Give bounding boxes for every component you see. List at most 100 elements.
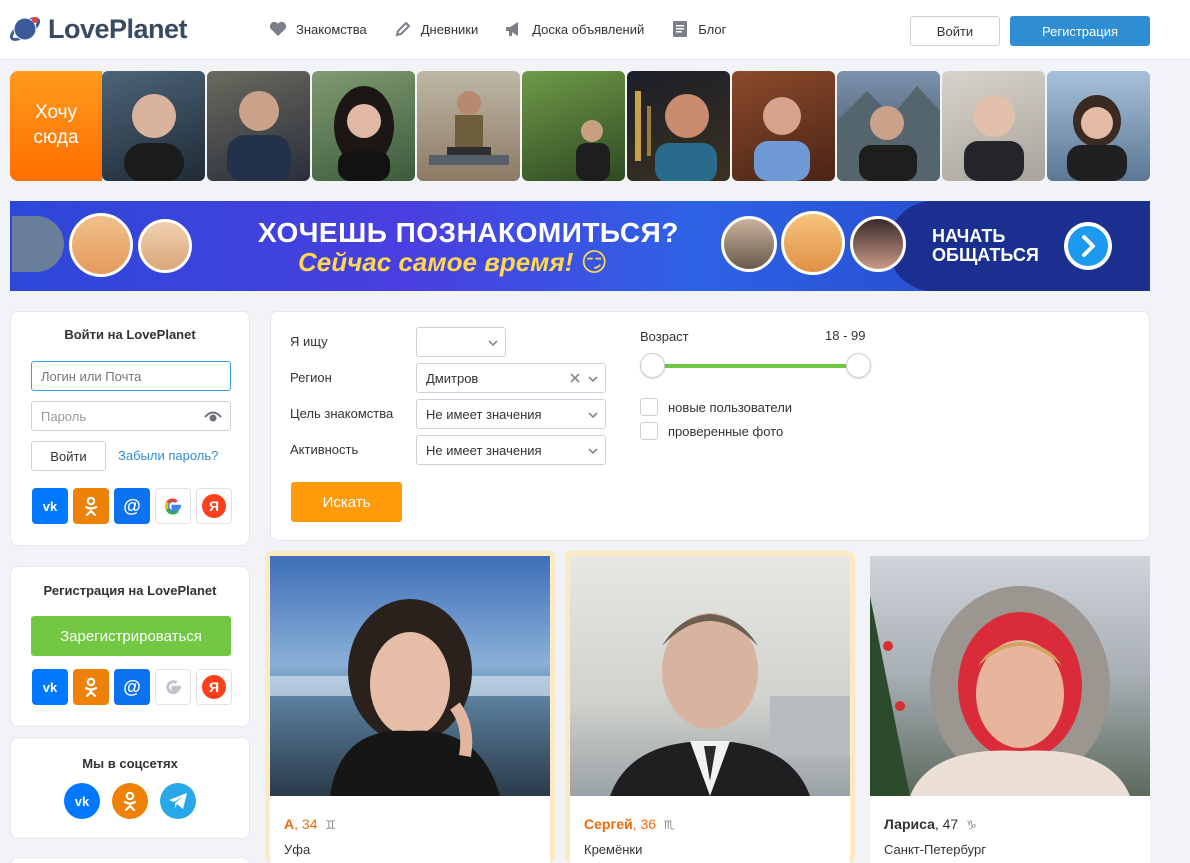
banner-title: ХОЧЕШЬ ПОЗНАКОМИТЬСЯ? bbox=[258, 217, 679, 248]
login-input[interactable] bbox=[31, 361, 231, 391]
zodiac-scorpio-icon: ♏ bbox=[663, 818, 675, 832]
strip-photo[interactable] bbox=[312, 71, 415, 181]
banner-arrow-button[interactable] bbox=[1064, 222, 1112, 270]
profile-age: , 47 bbox=[934, 816, 959, 832]
age-max-handle[interactable] bbox=[846, 353, 871, 378]
banner-avatar bbox=[69, 213, 133, 277]
password-field[interactable]: Пароль bbox=[31, 401, 231, 431]
login-social-row: vk @ Я bbox=[32, 488, 237, 524]
vk-icon[interactable]: vk bbox=[32, 488, 68, 524]
yandex-icon[interactable]: Я bbox=[196, 669, 232, 705]
profile-card[interactable]: Сергей, 36 ♏ Кремёнки bbox=[565, 551, 855, 863]
profile-card[interactable]: А, 34 ♊ Уфа bbox=[265, 551, 555, 863]
pencil-icon bbox=[393, 20, 413, 38]
looking-for-select[interactable] bbox=[416, 327, 506, 357]
odnoklassniki-icon[interactable] bbox=[73, 669, 109, 705]
google-icon[interactable] bbox=[155, 669, 191, 705]
clear-icon[interactable] bbox=[569, 372, 581, 387]
strip-photo[interactable] bbox=[627, 71, 730, 181]
eye-icon[interactable] bbox=[204, 410, 222, 425]
odnoklassniki-icon[interactable] bbox=[112, 783, 148, 819]
region-label: Регион bbox=[290, 370, 332, 385]
new-users-checkbox[interactable] bbox=[640, 398, 658, 416]
strip-photo[interactable] bbox=[417, 71, 520, 181]
nav-label: Блог bbox=[698, 21, 727, 37]
featured-photo-strip: Хочу сюда bbox=[10, 71, 1150, 181]
profile-photo[interactable] bbox=[570, 556, 850, 796]
strip-photo[interactable] bbox=[207, 71, 310, 181]
profile-city: Уфа bbox=[284, 842, 311, 857]
strip-photo[interactable] bbox=[732, 71, 835, 181]
activity-select[interactable]: Не имеет значения bbox=[416, 435, 606, 465]
chevron-down-icon bbox=[587, 445, 599, 457]
google-icon[interactable] bbox=[155, 488, 191, 524]
chevron-down-icon bbox=[587, 373, 599, 385]
profile-photo[interactable] bbox=[870, 556, 1150, 796]
social-panel-title: Мы в соцсетях bbox=[82, 756, 178, 771]
verified-photo-label[interactable]: проверенные фото bbox=[668, 424, 783, 439]
register-social-row: vk @ Я bbox=[32, 669, 237, 705]
telegram-icon[interactable] bbox=[160, 783, 196, 819]
register-button[interactable]: Регистрация bbox=[1010, 16, 1150, 46]
select-value: Не имеет значения bbox=[426, 406, 542, 422]
looking-for-label: Я ищу bbox=[290, 334, 328, 349]
banner-cta-line: ОБЩАТЬСЯ bbox=[932, 245, 1039, 265]
strip-photo[interactable] bbox=[1047, 71, 1150, 181]
nav-item-dating[interactable]: Знакомства bbox=[268, 20, 367, 38]
nav-item-diaries[interactable]: Дневники bbox=[393, 20, 478, 38]
vk-icon[interactable]: vk bbox=[32, 669, 68, 705]
promo-banner[interactable]: ХОЧЕШЬ ПОЗНАКОМИТЬСЯ? Сейчас самое время… bbox=[10, 201, 1150, 291]
banner-subtitle: Сейчас самое время! 😏 bbox=[298, 247, 608, 277]
next-panel bbox=[10, 857, 250, 863]
login-submit-button[interactable]: Войти bbox=[31, 441, 106, 471]
banner-avatar bbox=[850, 216, 906, 272]
select-value: Дмитров bbox=[426, 370, 479, 386]
profile-card-body: Лариса, 47 ♑ Санкт-Петербург bbox=[870, 556, 1150, 863]
nav-item-board[interactable]: Доска объявлений bbox=[504, 20, 644, 38]
nav-label: Знакомства bbox=[296, 21, 367, 37]
nav-item-blog[interactable]: Блог bbox=[670, 20, 726, 38]
odnoklassniki-icon[interactable] bbox=[73, 488, 109, 524]
mail-icon[interactable]: @ bbox=[114, 669, 150, 705]
strip-photo[interactable] bbox=[837, 71, 940, 181]
want-here-button[interactable]: Хочу сюда bbox=[10, 71, 112, 181]
profile-card[interactable]: Лариса, 47 ♑ Санкт-Петербург bbox=[865, 551, 1155, 863]
document-icon bbox=[670, 20, 690, 38]
banner-avatar bbox=[781, 211, 845, 275]
login-panel-title: Войти на LovePlanet bbox=[64, 327, 196, 342]
profile-photo[interactable] bbox=[270, 556, 550, 796]
social-panel: Мы в соцсетях vk bbox=[10, 737, 250, 839]
main-nav: Знакомства Дневники Доска объявлений Бло… bbox=[268, 20, 752, 38]
new-users-label[interactable]: новые пользователи bbox=[668, 400, 792, 415]
logo-text: LovePlanet bbox=[48, 13, 188, 44]
register-submit-button[interactable]: Зарегистрироваться bbox=[31, 616, 231, 656]
vk-icon[interactable]: vk bbox=[64, 783, 100, 819]
logo[interactable]: LovePlanet bbox=[8, 12, 188, 46]
region-select[interactable]: Дмитров bbox=[416, 363, 606, 393]
banner-cta-line: НАЧАТЬ bbox=[932, 226, 1006, 246]
strip-photo[interactable] bbox=[102, 71, 205, 181]
chevron-down-icon bbox=[587, 409, 599, 421]
search-button[interactable]: Искать bbox=[291, 482, 402, 522]
profile-age: , 34 bbox=[294, 816, 318, 832]
profile-first-name: Сергей bbox=[584, 816, 633, 832]
profile-name: Лариса, 47 ♑ bbox=[884, 816, 977, 832]
profile-city: Санкт-Петербург bbox=[884, 842, 986, 857]
banner-cta-text: НАЧАТЬ ОБЩАТЬСЯ bbox=[932, 227, 1039, 265]
search-form: Я ищу Регион Дмитров Цель знакомства Не … bbox=[270, 311, 1150, 541]
profile-city: Кремёнки bbox=[584, 842, 643, 857]
login-button[interactable]: Войти bbox=[910, 16, 1000, 46]
verified-photo-checkbox[interactable] bbox=[640, 422, 658, 440]
age-label: Возраст bbox=[640, 329, 689, 344]
goal-select[interactable]: Не имеет значения bbox=[416, 399, 606, 429]
age-slider-track[interactable] bbox=[653, 364, 859, 368]
register-panel-title: Регистрация на LovePlanet bbox=[43, 583, 217, 598]
strip-photo[interactable] bbox=[942, 71, 1045, 181]
strip-photo[interactable] bbox=[522, 71, 625, 181]
arrow-right-icon bbox=[1068, 226, 1108, 266]
forgot-password-link[interactable]: Забыли пароль? bbox=[118, 448, 218, 463]
zodiac-capricorn-icon: ♑ bbox=[966, 818, 977, 832]
age-min-handle[interactable] bbox=[640, 353, 665, 378]
yandex-icon[interactable]: Я bbox=[196, 488, 232, 524]
mail-icon[interactable]: @ bbox=[114, 488, 150, 524]
